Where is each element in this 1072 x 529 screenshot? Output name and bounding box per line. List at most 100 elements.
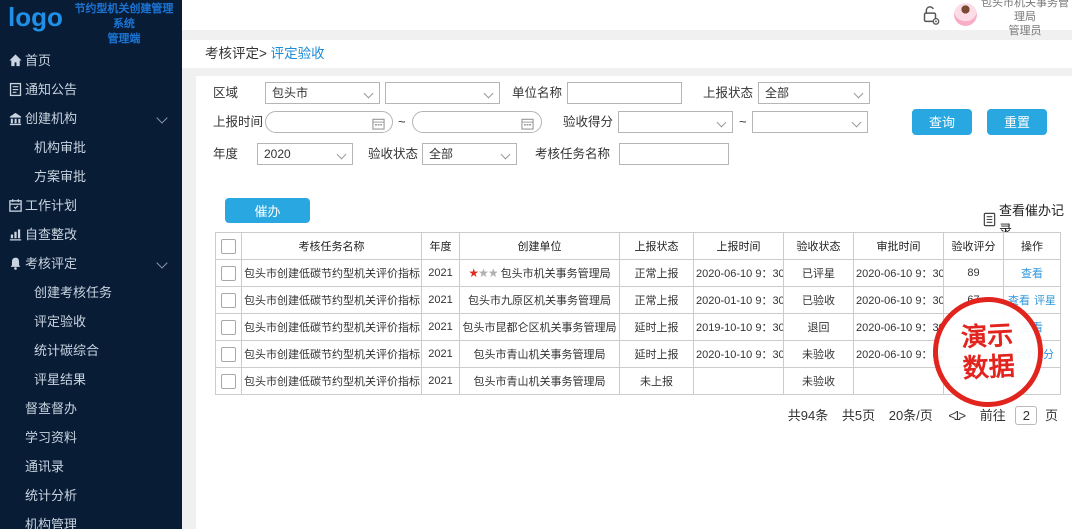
sidebar-subitem-plan-approval[interactable]: 方案审批: [0, 162, 182, 191]
sidebar-item-label: 督查督办: [25, 401, 77, 416]
accept-status-value: 全部: [429, 147, 453, 161]
plan-icon: [8, 198, 23, 213]
pagination: 共94条 共5页 20条/页 < 1 > 前往 2 页: [778, 405, 1058, 425]
sidebar-item-work-plan[interactable]: 工作计划: [0, 191, 182, 220]
urge-button[interactable]: 催办: [225, 198, 310, 223]
cell-approve-time: 2020-06-10 9：30: [854, 314, 944, 341]
app-title-line2: 管理端: [107, 33, 140, 45]
user-org: 包头市机关事务管理局: [980, 0, 1070, 24]
star-rating-gray: ★★: [478, 266, 498, 280]
select-all-checkbox[interactable]: [221, 239, 236, 254]
lock-settings-icon[interactable]: [918, 4, 942, 26]
row-checkbox[interactable]: [221, 374, 236, 389]
breadcrumb-current[interactable]: 评定验收: [271, 46, 325, 61]
cell-year: 2021: [422, 314, 460, 341]
sidebar-item-label: 通讯录: [25, 459, 64, 474]
area-select[interactable]: 包头市: [265, 82, 380, 104]
column-header: 验收状态: [784, 233, 854, 260]
cell-report-time: [694, 368, 784, 395]
table-action-link[interactable]: 评星: [1034, 295, 1056, 307]
sidebar-subitem-org-approval[interactable]: 机构审批: [0, 133, 182, 162]
report-time-from-input[interactable]: [265, 111, 393, 133]
column-header: 创建单位: [460, 233, 620, 260]
query-button[interactable]: 查询: [912, 109, 972, 135]
report-status-select[interactable]: 全部: [758, 82, 870, 104]
area-sub-select[interactable]: [385, 82, 500, 104]
goto-suffix: 页: [1045, 408, 1058, 423]
app-title-line1: 节约型机关创建管理系统: [74, 3, 173, 30]
sidebar-item-home[interactable]: 首页: [0, 46, 182, 75]
column-header: 考核任务名称: [242, 233, 422, 260]
column-header: 审批时间: [854, 233, 944, 260]
cell-year: 2021: [422, 341, 460, 368]
tilde-separator: ~: [739, 111, 747, 133]
star-rating-red: ★: [468, 266, 478, 280]
year-select[interactable]: 2020: [257, 143, 353, 165]
cell-accept-status: 未验收: [784, 341, 854, 368]
sidebar-item-supervise[interactable]: 督查督办: [0, 394, 182, 423]
chevron-down-icon: [337, 150, 347, 160]
breadcrumb: 考核评定> 评定验收: [182, 40, 1072, 68]
cell-approve-time: 2020-06-10 9：30: [854, 287, 944, 314]
sidebar-item-stats[interactable]: 统计分析: [0, 481, 182, 510]
sidebar-item-org-manage[interactable]: 机构管理: [0, 510, 182, 529]
sidebar-subitem-acceptance[interactable]: 评定验收: [0, 307, 182, 336]
year-select-value: 2020: [264, 147, 291, 161]
cell-report-status: 正常上报: [620, 260, 694, 287]
sidebar-subitem-star-results[interactable]: 评星结果: [0, 365, 182, 394]
cell-unit: 包头市九原区机关事务管理局: [460, 287, 620, 314]
sidebar-item-study[interactable]: 学习资料: [0, 423, 182, 452]
cell-approve-time: 2020-06-10 9：30: [854, 260, 944, 287]
app-window: logo 节约型机关创建管理系统 管理端 首页通知公告创建机构机构审批方案审批工…: [0, 0, 1072, 529]
row-checkbox[interactable]: [221, 266, 236, 281]
report-time-to-input[interactable]: [412, 111, 542, 133]
row-checkbox[interactable]: [221, 320, 236, 335]
cell-unit: 包头市青山机关事务管理局: [460, 341, 620, 368]
area-select-value: 包头市: [272, 86, 308, 100]
logo: logo: [8, 1, 63, 33]
task-name-input[interactable]: [619, 143, 729, 165]
table-action-link[interactable]: 查看: [1021, 268, 1043, 280]
audit-icon: [8, 227, 23, 242]
score-from-select[interactable]: [618, 111, 733, 133]
sidebar-item-label: 通知公告: [25, 82, 77, 97]
chevron-down-icon: [717, 118, 727, 128]
stamp-line1: 演示: [960, 320, 1014, 354]
cell-task-name: 包头市创建低碳节约型机关评价指标: [242, 260, 422, 287]
unit-name-input[interactable]: [567, 82, 682, 104]
sidebar-item-label: 工作计划: [25, 198, 77, 213]
cell-approve-time: 2020-06-10 9：30: [854, 341, 944, 368]
cell-score: 89: [944, 260, 1004, 287]
table-row: 包头市创建低碳节约型机关评价指标2021包头市青山机关事务管理局未上报未验收: [216, 368, 1061, 395]
score-label: 验收得分: [563, 111, 613, 133]
goto-prefix: 前往: [980, 408, 1006, 423]
sidebar-item-contacts[interactable]: 通讯录: [0, 452, 182, 481]
stamp-line2: 数据: [962, 351, 1016, 385]
score-to-select[interactable]: [752, 111, 868, 133]
row-checkbox[interactable]: [221, 293, 236, 308]
assess-icon: [8, 256, 23, 271]
sidebar-item-notice[interactable]: 通知公告: [0, 75, 182, 104]
reset-button[interactable]: 重置: [987, 109, 1047, 135]
user-info[interactable]: 包头市机关事务管理局 管理员: [980, 0, 1070, 38]
logo-area[interactable]: logo 节约型机关创建管理系统 管理端: [0, 0, 182, 44]
sidebar-subitem-stats-carbon[interactable]: 统计碳综合: [0, 336, 182, 365]
prev-page-button[interactable]: <: [948, 408, 956, 423]
next-page-button[interactable]: >: [959, 408, 967, 423]
row-checkbox[interactable]: [221, 347, 236, 362]
accept-status-select[interactable]: 全部: [422, 143, 517, 165]
sidebar-item-assessment[interactable]: 考核评定: [0, 249, 182, 278]
avatar[interactable]: [954, 3, 977, 26]
column-header: 验收评分: [944, 233, 1004, 260]
area-label: 区域: [213, 82, 238, 104]
cell-task-name: 包头市创建低碳节约型机关评价指标: [242, 314, 422, 341]
sidebar-item-self-check[interactable]: 自查整改: [0, 220, 182, 249]
unit-name-label: 单位名称: [512, 82, 562, 104]
cell-accept-status: 已验收: [784, 287, 854, 314]
sidebar-subitem-create-task[interactable]: 创建考核任务: [0, 278, 182, 307]
sidebar-item-create-org[interactable]: 创建机构: [0, 104, 182, 133]
report-status-label: 上报状态: [703, 82, 753, 104]
report-time-label: 上报时间: [213, 111, 263, 133]
goto-page-input[interactable]: 2: [1015, 406, 1037, 425]
cell-report-status: 延时上报: [620, 341, 694, 368]
